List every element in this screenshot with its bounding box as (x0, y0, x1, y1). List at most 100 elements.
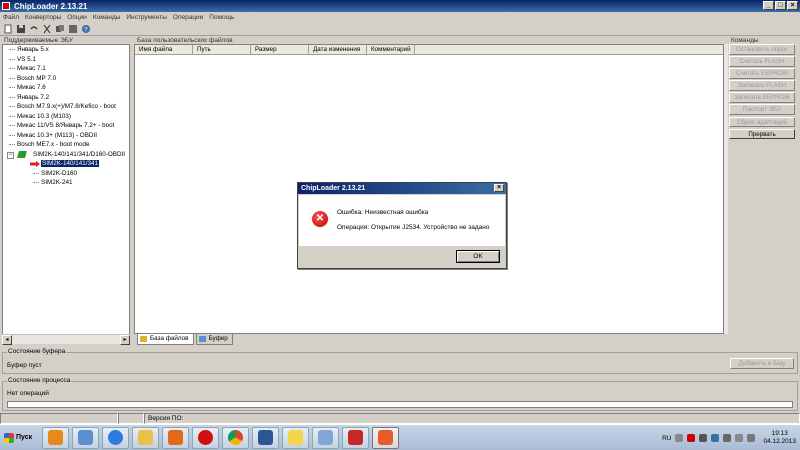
network-icon (78, 430, 93, 445)
menu-converters[interactable]: Конверторы (25, 14, 61, 21)
status-cell (0, 413, 118, 424)
tree-item[interactable]: Микас 7.6 (3, 83, 129, 93)
start-button[interactable]: Пуск (2, 428, 38, 448)
update-icon[interactable] (711, 434, 720, 442)
collapse-icon[interactable]: − (7, 151, 14, 159)
dialog-close-icon[interactable]: × (494, 184, 504, 192)
language-indicator[interactable]: RU (662, 435, 671, 442)
menu-operations[interactable]: Операции (173, 14, 203, 21)
scroll-left-icon[interactable]: ◂ (2, 335, 12, 345)
remote-desktop-icon (318, 430, 333, 445)
display-icon[interactable] (723, 434, 732, 442)
taskbar-outlook[interactable] (42, 426, 69, 449)
taskbar-media[interactable] (162, 426, 189, 449)
undo-icon[interactable] (29, 24, 39, 34)
menu-help[interactable]: Помощь (209, 14, 234, 21)
windows-flag-icon (4, 432, 14, 443)
tree-item[interactable]: Январь 5.x (3, 45, 129, 55)
column-header-date[interactable]: Дата изменения (309, 45, 367, 55)
tree-item[interactable]: VS 5.1 (3, 55, 129, 65)
tree-item[interactable]: Bosch ME7.x - boot mode (3, 140, 129, 150)
ecu-group-icon (17, 150, 27, 158)
maximize-button[interactable]: □ (775, 1, 786, 10)
tree-item-sim2k-140[interactable]: SIM2K-140/141/341 (3, 159, 129, 169)
tree-horizontal-scrollbar[interactable]: ◂ ▸ (2, 334, 130, 345)
tree-item[interactable]: Микас 7.1 (3, 64, 129, 74)
tab-file-database[interactable]: База файлов (137, 334, 194, 345)
tree-item[interactable]: Bosch M7.9.x(+)/M7.8/Kefico - boot (3, 102, 129, 112)
taskbar-word[interactable] (252, 426, 279, 449)
file-list-scrollbar[interactable] (724, 44, 728, 334)
menu-file[interactable]: Файл (3, 14, 19, 21)
tree-item[interactable]: Микас 10.3+ (M113) - OBDII (3, 131, 129, 141)
column-header-path[interactable]: Путь (193, 45, 251, 55)
cut-icon[interactable] (42, 24, 52, 34)
column-header-comment[interactable]: Комментарий (367, 45, 415, 55)
taskbar-chiploader[interactable] (372, 426, 399, 449)
taskbar-ie[interactable] (102, 426, 129, 449)
keyboard-icon[interactable] (675, 434, 684, 442)
taskbar-opera[interactable] (192, 426, 219, 449)
ecu-tree[interactable]: Январь 5.x VS 5.1 Микас 7.1 Bosch MP 7.0… (2, 44, 130, 344)
clock[interactable]: 19:13 04.12.2013 (763, 430, 796, 446)
tree-item-sim2k-group[interactable]: − SIM2K-140/141/341/D160-OBDII (3, 150, 129, 160)
column-header-filename[interactable]: Имя файла (135, 45, 193, 55)
taskbar-explorer[interactable] (132, 426, 159, 449)
column-header-size[interactable]: Размер (251, 45, 309, 55)
abort-button[interactable]: Прервать (729, 128, 795, 140)
commands-panel: Остановить опрос Считать FLASH Считать E… (729, 44, 798, 154)
process-status: Нет операций (7, 390, 49, 397)
copy-icon[interactable] (55, 24, 65, 34)
chiploader-icon (378, 430, 393, 445)
folder-icon (140, 336, 147, 342)
menu-tools[interactable]: Инструменты (126, 14, 167, 21)
tree-item[interactable]: Микас 10.3 (M103) (3, 112, 129, 122)
dialog-titlebar: ChipLoader 2.13.21 × (298, 183, 506, 194)
add-to-database-button[interactable]: Добавить в базу (730, 358, 794, 369)
antivirus-icon[interactable] (687, 434, 696, 442)
volume-icon[interactable] (747, 434, 756, 442)
tree-item[interactable]: Январь 7.2 (3, 93, 129, 103)
write-eeprom-button[interactable]: Записать EEPROM (729, 92, 795, 103)
menu-options[interactable]: Опции (67, 14, 87, 21)
close-button[interactable]: × (787, 1, 798, 10)
new-file-icon[interactable] (3, 24, 13, 34)
window-title: ChipLoader 2.13.21 (14, 1, 88, 11)
tree-item[interactable]: Микас 11/VS 8/Январь 7.2+ - boot (3, 121, 129, 131)
read-flash-button[interactable]: Считать FLASH (729, 56, 795, 67)
help-icon[interactable]: ? (81, 24, 91, 34)
taskbar-toolbox[interactable] (342, 426, 369, 449)
tab-buffer[interactable]: Буфер (195, 334, 233, 345)
tree-item-sim2k-241[interactable]: SIM2K-241 (3, 178, 129, 188)
minimize-button[interactable]: _ (763, 1, 774, 10)
file-tabs: База файлов Буфер (134, 333, 724, 345)
network-status-icon[interactable] (735, 434, 744, 442)
taskbar-network[interactable] (72, 426, 99, 449)
process-state-group: Состояние процесса Нет операций (2, 377, 798, 411)
reset-adaptations-button[interactable]: Сброс адаптаций (729, 116, 795, 128)
taskbar-chrome[interactable] (222, 426, 249, 449)
stop-polling-button[interactable]: Остановить опрос (729, 44, 795, 55)
paste-icon[interactable] (68, 24, 78, 34)
scroll-right-icon[interactable]: ▸ (120, 335, 130, 345)
read-eeprom-button[interactable]: Считать EEPROM (729, 68, 795, 79)
menu-commands[interactable]: Команды (93, 14, 121, 21)
process-state-label: Состояние процесса (7, 377, 72, 384)
tree-item[interactable]: Bosch MP 7.0 (3, 74, 129, 84)
write-flash-button[interactable]: Записать FLASH (729, 80, 795, 91)
taskbar-help[interactable] (282, 426, 309, 449)
folder-icon (138, 430, 153, 445)
window-titlebar: ChipLoader 2.13.21 _ □ × (0, 0, 800, 12)
system-tray: RU 19:13 04.12.2013 (662, 425, 800, 450)
help-icon (288, 430, 303, 445)
tree-item-sim2k-d160[interactable]: SIM2K-D160 (3, 169, 129, 179)
buffer-icon (198, 336, 206, 342)
flag-icon[interactable] (699, 434, 708, 442)
ok-button[interactable]: OK (456, 250, 500, 263)
software-version: Версия ПО: (144, 413, 800, 424)
files-header: База пользовательских файлов (137, 37, 233, 44)
media-player-icon (168, 430, 183, 445)
save-icon[interactable] (16, 24, 26, 34)
ecu-passport-button[interactable]: Паспорт ЭБУ (729, 104, 795, 115)
taskbar-remote[interactable] (312, 426, 339, 449)
